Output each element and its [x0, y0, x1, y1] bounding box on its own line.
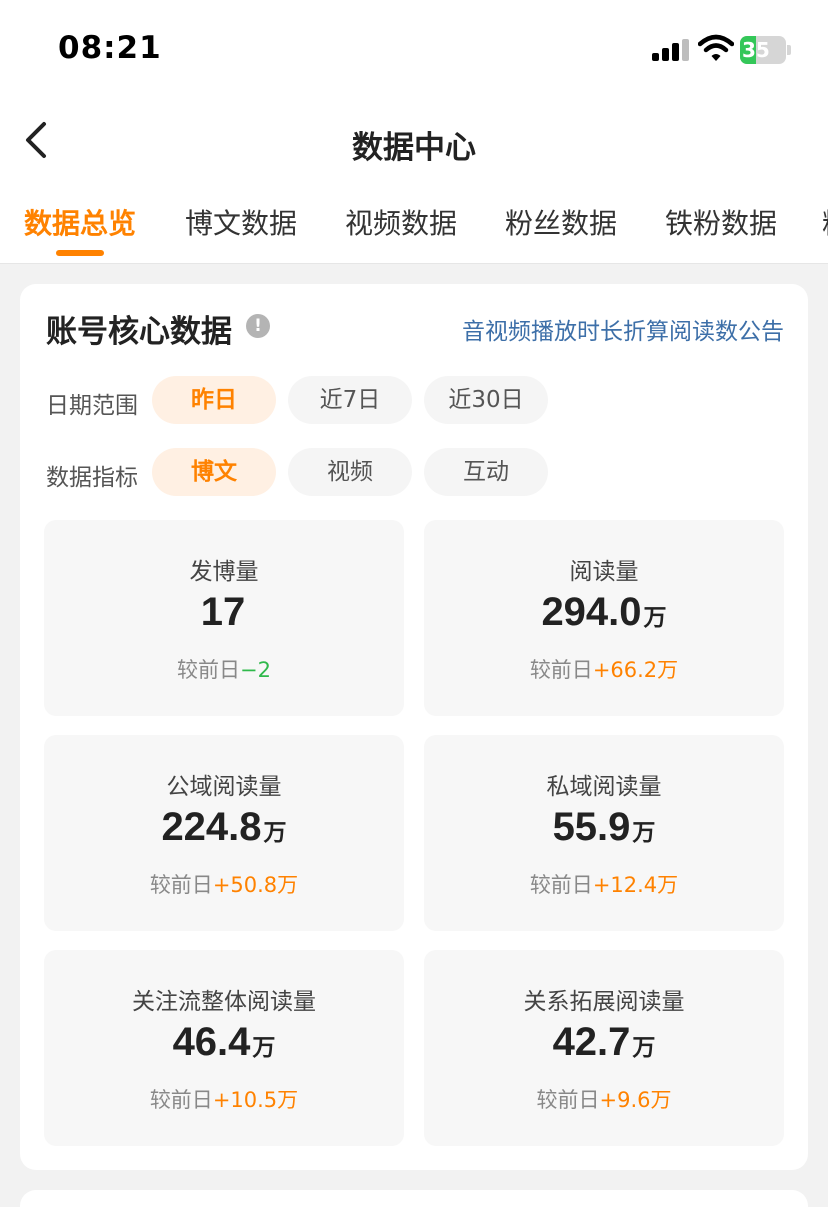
- wifi-icon: [698, 34, 734, 61]
- stat-posts-count: 发博量 17 较前日−2: [44, 520, 404, 716]
- stat-label: 发博量: [189, 559, 259, 585]
- stat-value: 294.0万: [541, 590, 667, 634]
- status-bar: 08:21 35: [0, 0, 828, 96]
- tab-post-data[interactable]: 博文数据: [185, 202, 297, 242]
- stat-public-reads: 公域阅读量 224.8万 较前日+50.8万: [44, 735, 404, 931]
- notice-link[interactable]: 音视频播放时长折算阅读数公告: [462, 312, 784, 346]
- stat-change: 较前日+66.2万: [529, 658, 679, 682]
- stat-value: 42.7万: [552, 1020, 656, 1064]
- stat-label: 公域阅读量: [166, 774, 282, 800]
- account-core-data-card: 账号核心数据 ! 音视频播放时长折算阅读数公告 日期范围 昨日 近7日 近30日…: [20, 284, 808, 1170]
- tab-bar: 数据总览 博文数据 视频数据 粉丝数据 铁粉数据 粉: [0, 202, 828, 262]
- tab-fans-data[interactable]: 粉丝数据: [505, 202, 617, 242]
- stat-value: 224.8万: [161, 805, 287, 849]
- date-option-7-days[interactable]: 近7日: [288, 376, 412, 424]
- active-tab-indicator: [56, 250, 104, 256]
- page-title: 数据中心: [352, 130, 476, 166]
- stat-label: 关系拓展阅读量: [523, 989, 685, 1015]
- date-option-yesterday[interactable]: 昨日: [152, 376, 276, 424]
- stat-change: 较前日+9.6万: [536, 1088, 672, 1112]
- metric-option-video[interactable]: 视频: [288, 448, 412, 496]
- tab-video-data[interactable]: 视频数据: [345, 202, 457, 242]
- header: 数据中心 数据总览 博文数据 视频数据 粉丝数据 铁粉数据 粉: [0, 96, 828, 264]
- stat-follow-feed-reads: 关注流整体阅读量 46.4万 较前日+10.5万: [44, 950, 404, 1146]
- cellular-signal-icon: [652, 39, 690, 61]
- next-section-card: [20, 1190, 808, 1207]
- stat-reads: 阅读量 294.0万 较前日+66.2万: [424, 520, 784, 716]
- tab-partial-next[interactable]: 粉: [822, 202, 828, 242]
- metric-option-posts[interactable]: 博文: [152, 448, 276, 496]
- metric-option-interaction[interactable]: 互动: [424, 448, 548, 496]
- stat-value: 55.9万: [552, 805, 656, 849]
- stat-label: 私域阅读量: [546, 774, 662, 800]
- stat-change: 较前日+50.8万: [149, 873, 299, 897]
- date-range-filter: 日期范围 昨日 近7日 近30日: [46, 376, 786, 424]
- stat-relationship-reads: 关系拓展阅读量 42.7万 较前日+9.6万: [424, 950, 784, 1146]
- stat-label: 阅读量: [569, 559, 639, 585]
- card-title: 账号核心数据: [46, 314, 232, 350]
- date-option-30-days[interactable]: 近30日: [424, 376, 548, 424]
- stat-change: 较前日+12.4万: [529, 873, 679, 897]
- tab-iron-fans-data[interactable]: 铁粉数据: [665, 202, 777, 242]
- metric-label: 数据指标: [46, 465, 138, 491]
- date-range-label: 日期范围: [46, 393, 138, 419]
- stat-value: 17: [200, 590, 246, 634]
- status-time: 08:21: [58, 30, 162, 66]
- metric-filter: 数据指标 博文 视频 互动: [46, 448, 786, 496]
- stat-change: 较前日−2: [177, 658, 271, 682]
- battery-icon: 35: [740, 36, 792, 64]
- info-icon[interactable]: !: [246, 314, 270, 338]
- stat-value: 46.4万: [172, 1020, 276, 1064]
- tab-overview[interactable]: 数据总览: [24, 202, 136, 242]
- stat-change: 较前日+10.5万: [149, 1088, 299, 1112]
- stat-private-reads: 私域阅读量 55.9万 较前日+12.4万: [424, 735, 784, 931]
- battery-level: 35: [742, 38, 770, 62]
- stat-label: 关注流整体阅读量: [132, 989, 316, 1015]
